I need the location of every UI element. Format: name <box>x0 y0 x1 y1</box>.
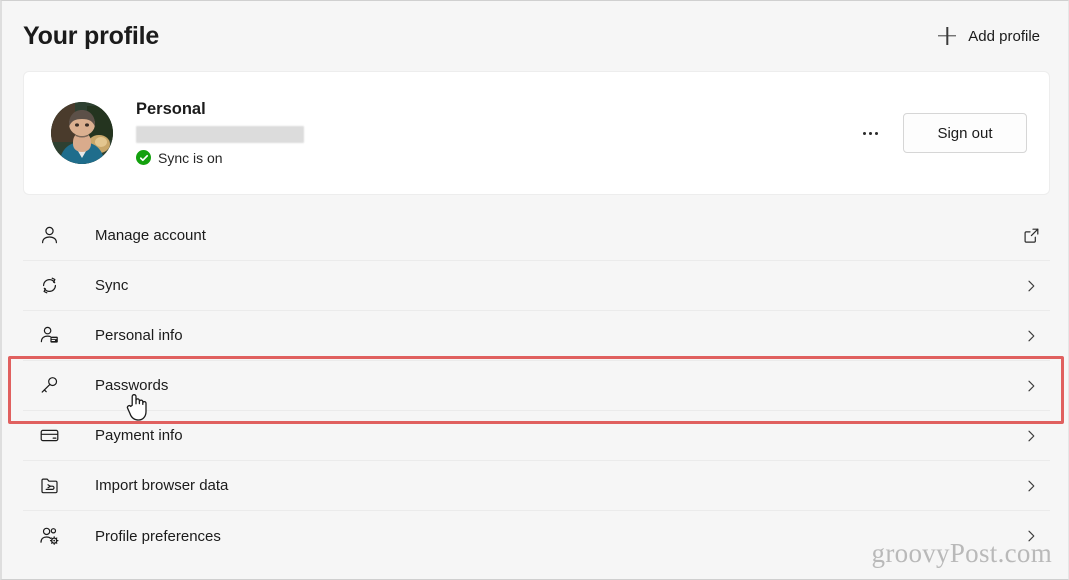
add-profile-button[interactable]: Add profile <box>932 23 1046 49</box>
key-icon <box>32 375 66 396</box>
credit-card-icon <box>32 425 66 446</box>
list-item-import-browser-data[interactable]: Import browser data <box>23 461 1050 511</box>
person-card-icon <box>32 325 66 346</box>
page-header: Your profile Add profile <box>2 11 1068 61</box>
sync-status-row: Sync is on <box>136 150 855 166</box>
chevron-right-icon[interactable] <box>1014 378 1048 394</box>
sync-status-label: Sync is on <box>158 149 223 166</box>
profile-card: Personal Sync is on Sign out <box>23 71 1050 195</box>
profile-card-actions: Sign out <box>855 113 1027 153</box>
person-icon <box>32 225 66 246</box>
list-item-label: Payment info <box>95 427 183 444</box>
profile-email-redacted <box>136 125 304 143</box>
check-circle-icon <box>136 150 151 166</box>
external-link-icon[interactable] <box>1014 227 1048 244</box>
sign-out-button[interactable]: Sign out <box>903 113 1027 153</box>
list-item-label: Personal info <box>95 327 183 344</box>
profile-settings-list: Manage account Sync Personal info Passwo… <box>23 211 1050 561</box>
import-folder-icon <box>32 475 66 496</box>
list-item-label: Sync <box>95 277 129 294</box>
list-item-personal-info[interactable]: Personal info <box>23 311 1050 361</box>
sync-arrows-icon <box>32 275 66 296</box>
list-item-payment-info[interactable]: Payment info <box>23 411 1050 461</box>
avatar <box>51 102 113 164</box>
people-gear-icon <box>32 526 66 547</box>
chevron-right-icon[interactable] <box>1014 428 1048 444</box>
page-title: Your profile <box>23 21 160 50</box>
edge-profile-settings-page: Your profile Add profile Personal Sync i… <box>0 0 1069 580</box>
list-item-sync[interactable]: Sync <box>23 261 1050 311</box>
plus-icon <box>938 27 956 45</box>
list-item-passwords[interactable]: Passwords <box>23 361 1050 411</box>
chevron-right-icon[interactable] <box>1014 278 1048 294</box>
chevron-right-icon[interactable] <box>1014 328 1048 344</box>
watermark: groovyPost.com <box>871 538 1052 568</box>
add-profile-label: Add profile <box>968 27 1040 45</box>
profile-name: Personal <box>136 100 206 119</box>
list-item-manage-account[interactable]: Manage account <box>23 211 1050 261</box>
list-item-label: Manage account <box>95 227 206 244</box>
ellipsis-icon[interactable] <box>855 118 885 148</box>
list-item-label: Passwords <box>95 377 169 394</box>
chevron-right-icon[interactable] <box>1014 478 1048 494</box>
list-item-label: Import browser data <box>95 477 229 494</box>
profile-meta: Personal Sync is on <box>136 100 855 166</box>
